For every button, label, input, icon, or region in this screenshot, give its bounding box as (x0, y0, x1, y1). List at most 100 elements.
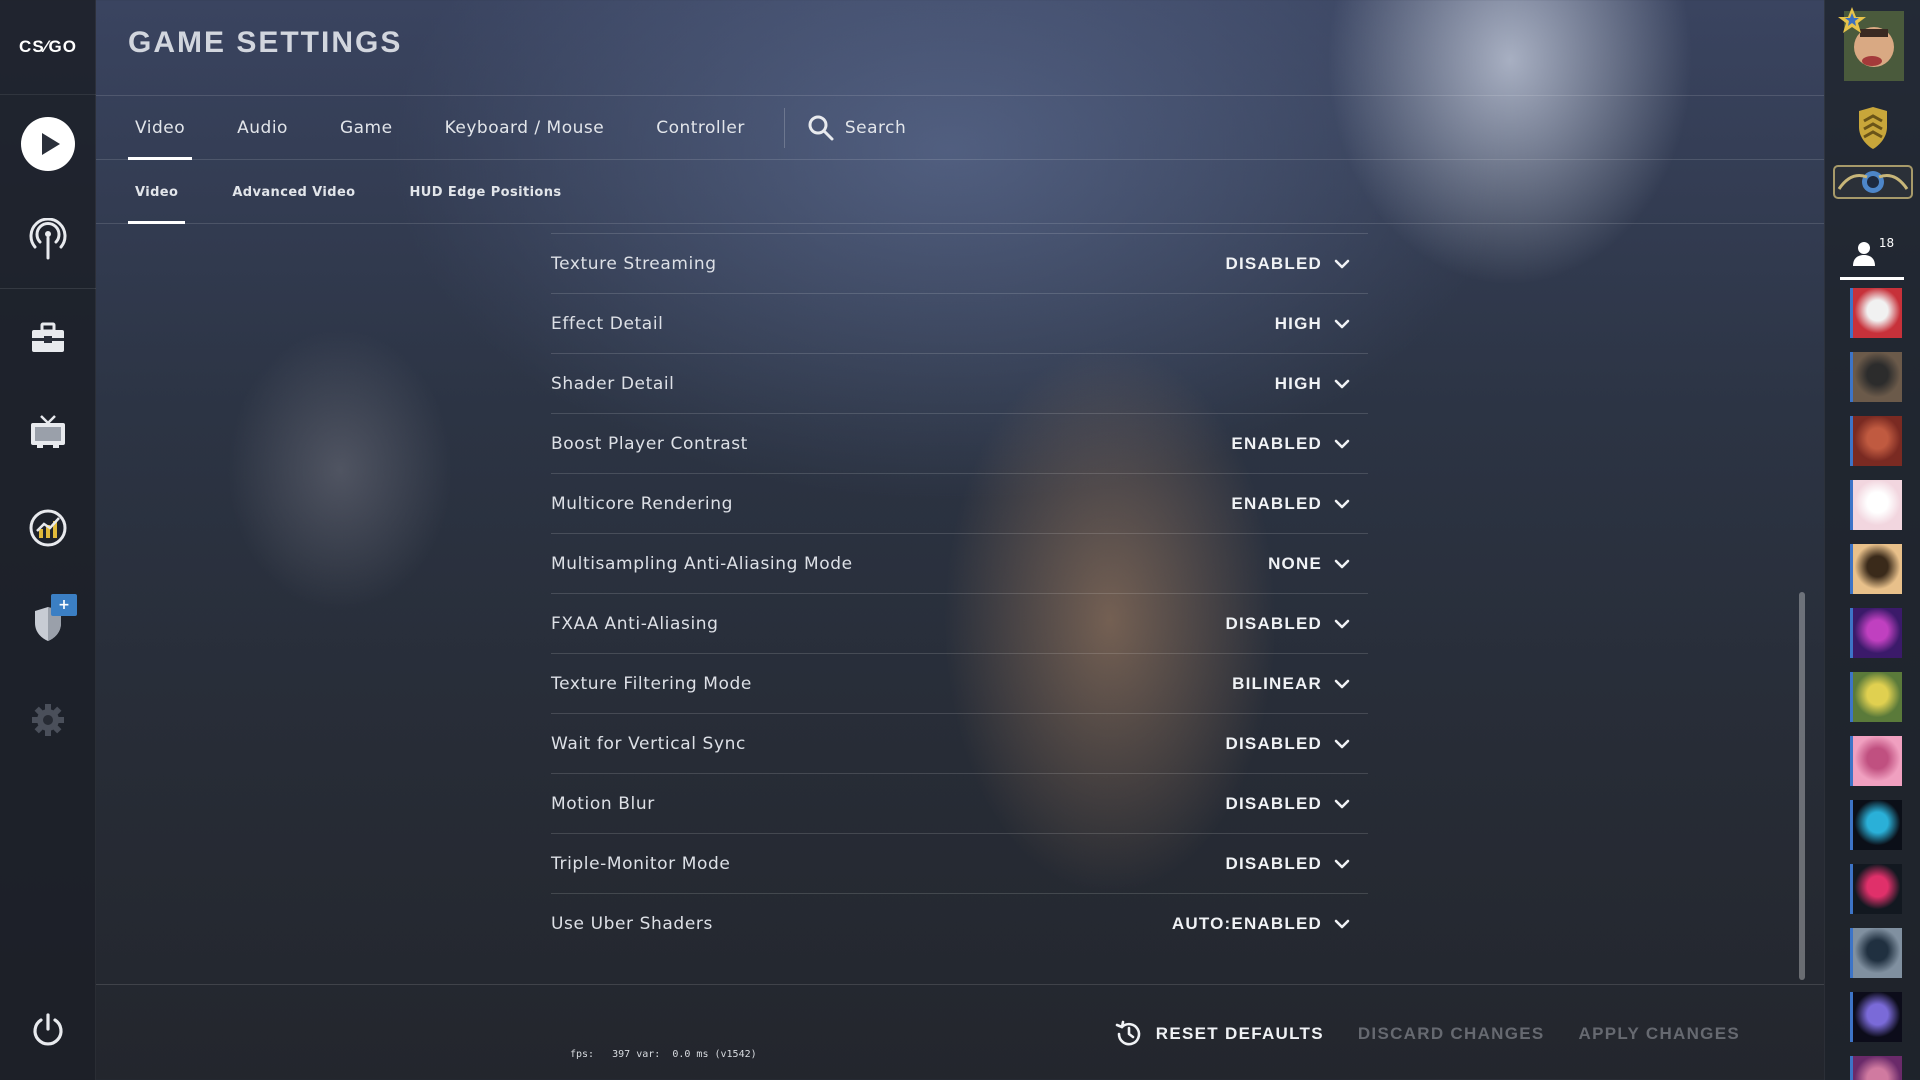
setting-row: Use Uber Shaders AUTO:ENABLED (551, 893, 1368, 953)
apply-changes-button[interactable]: APPLY CHANGES (1579, 1024, 1740, 1044)
friend-avatar-image (1853, 928, 1902, 978)
friend-avatar[interactable] (1850, 544, 1902, 594)
tv-button[interactable] (0, 392, 96, 472)
setting-value: DISABLED (1225, 613, 1322, 633)
setting-row: Multicore Rendering ENABLED (551, 473, 1368, 533)
broadcast-icon (29, 218, 67, 260)
setting-dropdown[interactable]: AUTO:ENABLED (1172, 914, 1368, 934)
person-icon (1852, 241, 1875, 266)
setting-label: Use Uber Shaders (551, 913, 713, 934)
setting-dropdown[interactable]: ENABLED (1231, 434, 1368, 454)
search-button[interactable]: Search (807, 114, 906, 142)
setting-dropdown[interactable]: ENABLED (1231, 494, 1368, 514)
fps-readout: fps: 397 var: 0.0 ms (v1542) (570, 1049, 757, 1060)
setting-label: FXAA Anti-Aliasing (551, 613, 719, 634)
rank-badge[interactable] (1825, 100, 1920, 156)
inventory-button[interactable] (0, 298, 96, 378)
setting-value: DISABLED (1225, 853, 1322, 873)
friend-avatar[interactable] (1850, 800, 1902, 850)
subtabs-divider (96, 223, 1824, 224)
tab-audio[interactable]: Audio (230, 96, 295, 160)
subtab-advanced-video[interactable]: Advanced Video (225, 160, 362, 224)
subtab-video[interactable]: Video (128, 160, 186, 224)
stats-button[interactable] (0, 488, 96, 568)
friend-avatar[interactable] (1850, 992, 1902, 1042)
setting-dropdown[interactable]: DISABLED (1226, 854, 1369, 874)
setting-dropdown[interactable]: DISABLED (1226, 614, 1369, 634)
friend-avatar-image (1853, 992, 1902, 1042)
watch-button[interactable] (0, 200, 96, 280)
setting-dropdown[interactable]: BILINEAR (1232, 674, 1368, 694)
setting-dropdown[interactable]: DISABLED (1226, 794, 1369, 814)
operation-button[interactable]: + (0, 584, 96, 664)
setting-value: DISABLED (1225, 793, 1322, 813)
friend-avatar[interactable] (1850, 608, 1902, 658)
setting-row: Wait for Vertical Sync DISABLED (551, 713, 1368, 773)
setting-dropdown[interactable]: DISABLED (1226, 734, 1369, 754)
chevron-down-icon (1334, 439, 1350, 448)
chevron-down-icon (1334, 259, 1350, 268)
setting-row: FXAA Anti-Aliasing DISABLED (551, 593, 1368, 653)
tv-icon (31, 415, 65, 448)
chevron-down-icon (1334, 919, 1350, 928)
setting-dropdown[interactable]: NONE (1268, 554, 1368, 574)
friend-avatar[interactable] (1850, 480, 1902, 530)
chevron-down-icon (1334, 859, 1350, 868)
setting-label: Boost Player Contrast (551, 433, 748, 454)
setting-dropdown[interactable]: HIGH (1275, 374, 1368, 394)
friend-avatar[interactable] (1850, 416, 1902, 466)
setting-label: Texture Streaming (551, 253, 717, 274)
setting-row: Motion Blur DISABLED (551, 773, 1368, 833)
briefcase-icon (32, 322, 64, 352)
friend-avatar-image (1853, 800, 1902, 850)
setting-label: Shader Detail (551, 373, 675, 394)
friend-avatar-image (1853, 352, 1902, 402)
setting-label: Multisampling Anti-Aliasing Mode (551, 553, 853, 574)
tab-video[interactable]: Video (128, 96, 193, 160)
friend-avatar-image (1853, 608, 1902, 658)
scrollbar[interactable] (1799, 592, 1805, 980)
friend-avatar[interactable] (1850, 1056, 1902, 1080)
power-icon (33, 1013, 63, 1046)
csgo-logo[interactable]: CS⁄GO (0, 0, 96, 95)
setting-value: ENABLED (1231, 433, 1322, 453)
friend-avatar[interactable] (1850, 864, 1902, 914)
chevron-down-icon (1334, 799, 1350, 808)
setting-label: Wait for Vertical Sync (551, 733, 746, 754)
friend-avatar[interactable] (1850, 288, 1902, 338)
friend-avatar[interactable] (1850, 928, 1902, 978)
player-avatar[interactable] (1825, 4, 1920, 84)
chevron-down-icon (1334, 679, 1350, 688)
chevron-down-icon (1334, 739, 1350, 748)
footer-actions: RESET DEFAULTS DISCARD CHANGES APPLY CHA… (1080, 1014, 1740, 1054)
settings-button[interactable] (0, 680, 96, 760)
tab-divider (783, 108, 785, 148)
player-avatar-image (1838, 7, 1904, 81)
setting-label: Texture Filtering Mode (551, 673, 752, 694)
friend-avatar-image (1853, 736, 1902, 786)
friend-avatar[interactable] (1850, 736, 1902, 786)
tab-keyboard-mouse[interactable]: Keyboard / Mouse (438, 96, 612, 160)
setting-row: Effect Detail HIGH (551, 293, 1368, 353)
friend-avatar[interactable] (1850, 352, 1902, 402)
friend-avatar-image (1853, 416, 1902, 466)
chevron-down-icon (1334, 619, 1350, 628)
quit-button[interactable] (0, 990, 96, 1070)
chevron-down-icon (1334, 499, 1350, 508)
competitive-rank[interactable] (1825, 162, 1920, 202)
main-tabs: Video Audio Game Keyboard / Mouse Contro… (128, 96, 906, 160)
friend-avatar[interactable] (1850, 672, 1902, 722)
subtab-hud-edge-positions[interactable]: HUD Edge Positions (403, 160, 569, 224)
setting-label: Multicore Rendering (551, 493, 733, 514)
tab-game[interactable]: Game (333, 96, 400, 160)
play-button[interactable] (0, 104, 96, 184)
setting-dropdown[interactable]: DISABLED (1226, 254, 1369, 274)
reset-defaults-button[interactable]: RESET DEFAULTS (1114, 1019, 1324, 1049)
nav-separator (0, 288, 96, 289)
discard-changes-button[interactable]: DISCARD CHANGES (1358, 1024, 1545, 1044)
friend-avatar-image (1853, 480, 1902, 530)
tab-controller[interactable]: Controller (649, 96, 752, 160)
friends-button[interactable]: 18 (1840, 228, 1904, 280)
setting-dropdown[interactable]: HIGH (1275, 314, 1368, 334)
settings-list: Texture Streaming DISABLED Effect Detail… (551, 233, 1368, 953)
